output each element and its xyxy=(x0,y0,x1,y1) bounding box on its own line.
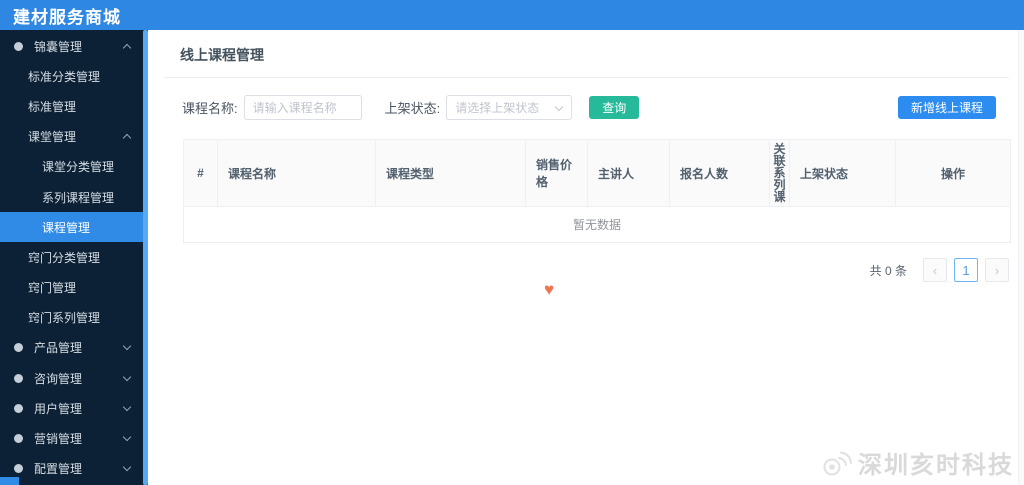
column-header: # xyxy=(183,139,218,207)
main-content: 线上课程管理 课程名称: 上架状态: 请选择上架状态 查询 新增线上课程 #课程… xyxy=(148,30,1024,485)
column-header: 报名人数 xyxy=(669,139,770,207)
sidebar-item[interactable]: 窍门分类管理 xyxy=(0,242,148,272)
column-header: 课程名称 xyxy=(217,139,376,207)
total-count: 共 0 条 xyxy=(869,263,907,278)
app-window: 建材服务商城 锦囊管理标准分类管理 标准管理课堂管理课堂分类管理 系列课程管理 课程管… xyxy=(0,0,1024,485)
status-label: 上架状态: xyxy=(384,101,441,116)
sidebar-item-label: 咨询管理 xyxy=(34,371,83,386)
sidebar-item[interactable]: 标准分类管理 xyxy=(0,61,148,91)
status-select-placeholder: 请选择上架状态 xyxy=(455,101,540,115)
sidebar-item[interactable]: 窍门系列管理 xyxy=(0,303,148,333)
page-number-button[interactable]: 1 xyxy=(954,258,978,282)
chevron-down-icon xyxy=(555,102,564,112)
course-table: # 课程名称 课程类型 销售价格 主讲人 报名人数 关联系列课 上架状态 操作 暂无数据 xyxy=(183,139,1011,243)
sidebar-scroll-corner xyxy=(0,477,19,485)
column-header: 关联系列课 xyxy=(769,139,790,207)
sidebar-item-label: 标准分类管理 xyxy=(28,69,101,84)
sidebar-item-label: 用户管理 xyxy=(34,401,83,416)
next-page-button[interactable]: › xyxy=(985,258,1009,282)
empty-text: 暂无数据 xyxy=(183,206,1011,243)
watermark-text: 深圳亥时科技 xyxy=(858,452,1014,479)
weibo-watermark-icon xyxy=(823,451,852,475)
sidebar-item-label: 窍门分类管理 xyxy=(28,250,101,265)
sidebar-item-label: 课程管理 xyxy=(42,220,91,235)
sidebar-item[interactable]: 锦囊管理 xyxy=(0,31,148,61)
sidebar-item-label: 配置管理 xyxy=(34,462,83,477)
menu-dot-icon xyxy=(14,464,23,474)
sidebar-item-label: 营销管理 xyxy=(34,432,83,447)
table-header-row: # 课程名称 课程类型 销售价格 主讲人 报名人数 关联系列课 上架状态 操作 xyxy=(183,139,1011,207)
chevron-up-icon xyxy=(122,133,132,143)
sidebar-item-label: 标准管理 xyxy=(28,99,77,114)
column-header: 操作 xyxy=(895,139,1011,207)
next-icon: › xyxy=(994,262,1000,278)
prev-page-button[interactable]: ‹ xyxy=(923,258,947,282)
watermark: 深圳亥时科技 xyxy=(822,445,1014,480)
chevron-up-icon xyxy=(122,43,132,52)
sidebar-item[interactable]: 窍门管理 xyxy=(0,273,148,303)
table-empty-row: 暂无数据 xyxy=(183,206,1011,243)
filter-bar: 课程名称: 上架状态: 请选择上架状态 查询 新增线上课程 xyxy=(182,95,996,120)
sidebar-item-label: 产品管理 xyxy=(34,341,83,356)
sidebar-item[interactable]: 课堂分类管理 xyxy=(0,152,148,182)
menu-dot-icon xyxy=(14,41,23,51)
column-header: 销售价格 xyxy=(525,139,588,207)
sidebar-item-label: 锦囊管理 xyxy=(34,39,83,54)
menu-dot-icon xyxy=(14,403,23,413)
prev-icon: ‹ xyxy=(932,262,938,278)
chevron-down-icon xyxy=(122,432,132,442)
menu-dot-icon xyxy=(14,343,23,353)
sidebar-item-label: 窍门系列管理 xyxy=(28,311,101,326)
sidebar-item[interactable]: 咨询管理 xyxy=(0,363,148,393)
sidebar-item-label: 课堂分类管理 xyxy=(42,160,115,175)
sidebar-item-label: 系列课程管理 xyxy=(42,190,115,205)
sidebar-item[interactable]: 标准管理 xyxy=(0,91,148,121)
sidebar-item[interactable]: 配置管理 xyxy=(0,454,148,484)
menu-dot-icon xyxy=(14,373,23,383)
heart-icon: ♥ xyxy=(544,280,555,299)
column-header: 上架状态 xyxy=(789,139,896,207)
course-name-input[interactable] xyxy=(243,95,362,120)
pagination: 共 0 条 ‹ 1 › xyxy=(148,258,1009,282)
sidebar-item[interactable]: 营销管理 xyxy=(0,423,148,453)
add-course-button[interactable]: 新增线上课程 xyxy=(897,96,996,119)
course-table-wrap: # 课程名称 课程类型 销售价格 主讲人 报名人数 关联系列课 上架状态 操作 暂无数据 xyxy=(183,139,1011,243)
sidebar-item[interactable]: 课堂管理 xyxy=(0,122,148,152)
sidebar-item[interactable]: 系列课程管理 xyxy=(0,182,148,212)
app-title: 建材服务商城 xyxy=(13,7,121,27)
search-button[interactable]: 查询 xyxy=(589,96,640,119)
sidebar-item[interactable]: 课程管理 xyxy=(0,212,148,243)
page-title: 线上课程管理 xyxy=(180,47,264,63)
status-select[interactable]: 请选择上架状态 xyxy=(446,95,573,120)
chevron-down-icon xyxy=(122,462,132,472)
top-bar: 建材服务商城 xyxy=(0,0,1024,30)
chevron-down-icon xyxy=(122,372,132,381)
sidebar-item[interactable]: 产品管理 xyxy=(0,333,148,363)
chevron-down-icon xyxy=(122,402,132,412)
sidebar-item[interactable]: 用户管理 xyxy=(0,393,148,423)
page-scrollbar[interactable] xyxy=(1018,30,1024,485)
chevron-down-icon xyxy=(122,342,132,351)
sidebar-item-label: 窍门管理 xyxy=(28,281,77,296)
course-name-label: 课程名称: xyxy=(182,101,238,116)
menu-dot-icon xyxy=(14,434,23,444)
column-header: 主讲人 xyxy=(587,139,670,207)
column-header: 课程类型 xyxy=(375,139,526,207)
sidebar-item-label: 课堂管理 xyxy=(28,130,77,145)
sidebar-menu: 锦囊管理标准分类管理 标准管理课堂管理课堂分类管理 系列课程管理 课程管理窍门分类管理… xyxy=(0,31,148,485)
sidebar: 锦囊管理标准分类管理 标准管理课堂管理课堂分类管理 系列课程管理 课程管理窍门分类管理… xyxy=(0,30,148,485)
title-divider xyxy=(164,77,1009,78)
